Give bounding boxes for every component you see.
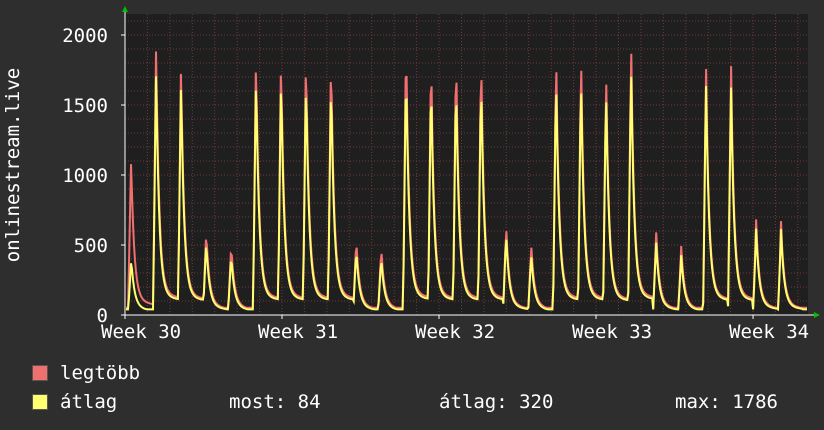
y-tick-label: 1500 <box>62 95 108 117</box>
y-tick-label: 500 <box>74 235 108 257</box>
y-tick-label: 1000 <box>62 165 108 187</box>
x-tick-label: Week 30 <box>101 321 181 343</box>
stat-max: max: 1786 <box>675 391 778 413</box>
x-tick-label: Week 31 <box>258 321 338 343</box>
y-tick-label: 2000 <box>62 25 108 47</box>
legend-item-max: legtöbb <box>32 362 140 384</box>
x-axis-arrow <box>814 312 820 318</box>
traffic-chart: 0500100015002000Week 30 Week 31 Week 32 Wee… <box>2 6 820 343</box>
legend-label-max: legtöbb <box>60 362 141 384</box>
y-axis-label: onlinestream.live <box>2 68 24 262</box>
x-tick-label: Week 32 <box>415 321 495 343</box>
x-tick-label: Week 33 <box>572 321 652 343</box>
y-axis-arrow <box>122 6 128 12</box>
x-tick-label: Week 34 <box>729 321 809 343</box>
stat-now: most: 84 <box>229 391 321 413</box>
legend-item-avg: átlag <box>32 391 117 413</box>
legend-label-avg: átlag <box>60 391 118 413</box>
legend-swatch-max <box>32 365 48 381</box>
legend-swatch-avg <box>32 394 48 410</box>
stat-average: átlag: 320 <box>439 391 554 413</box>
